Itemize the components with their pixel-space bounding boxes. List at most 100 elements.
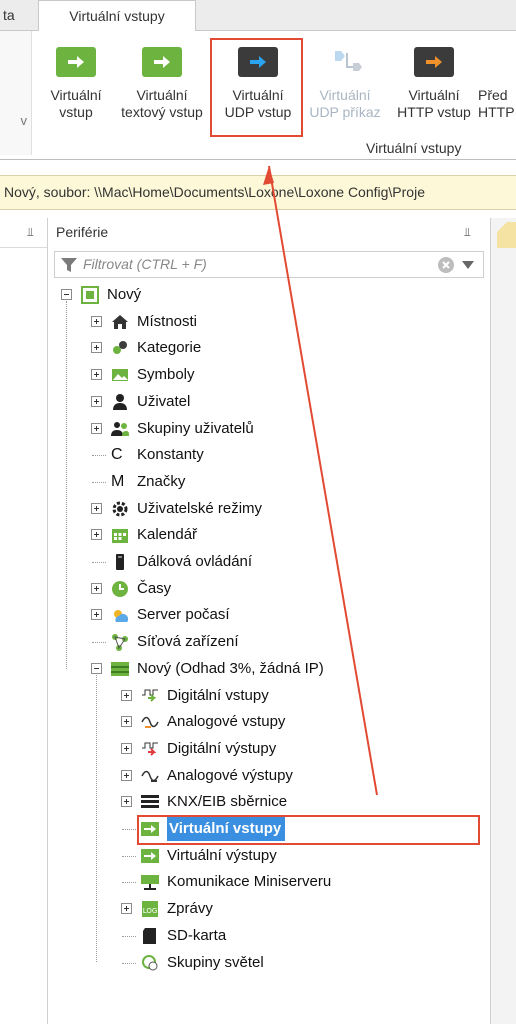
project-icon xyxy=(81,286,99,304)
http-preset-icon xyxy=(478,47,516,77)
tree-item-uzivatelske-rezimy[interactable]: Uživatelské režimy xyxy=(85,497,472,521)
analog-input-icon xyxy=(141,713,159,731)
user-icon xyxy=(111,393,129,411)
virtual-text-input-icon xyxy=(142,47,182,77)
ribbon-group-label: Virtuální vstupy xyxy=(366,140,462,156)
panel-corner-icon xyxy=(497,222,516,248)
image-icon xyxy=(111,366,129,384)
svg-text:LOG: LOG xyxy=(143,907,158,915)
tree-item-virtualni-vystupy[interactable]: Virtuální výstupy xyxy=(115,844,472,868)
loxone-config-window: ta Virtuální vstupy v Virtuální vstup Vi… xyxy=(0,0,516,1024)
periphery-panel: Periférie ⫫ Filtrovat (CTRL + F) Nový Mís… xyxy=(48,218,490,1024)
collapse-toggle[interactable] xyxy=(61,289,72,300)
expand-toggle[interactable] xyxy=(91,315,102,327)
digital-input-icon xyxy=(141,687,159,705)
tree-item-label: Digitální výstupy xyxy=(167,739,277,757)
tree-item-mistnosti[interactable]: Místnosti xyxy=(85,310,472,334)
http-preset-button[interactable]: Před HTTP xyxy=(478,39,516,137)
tree-item-label: Uživatel xyxy=(137,392,191,410)
tree-item-kategorie[interactable]: Kategorie xyxy=(85,336,472,360)
ribbon-left-stub: v xyxy=(0,31,32,155)
pin-icon[interactable]: ⫫ xyxy=(27,225,34,240)
tree-item-label: Komunikace Miniserveru xyxy=(167,873,332,891)
tree-item-skupiny-uzivatelu[interactable]: Skupiny uživatelů xyxy=(85,417,472,441)
tree-item-dalkova-ovladani[interactable]: Dálková ovládání xyxy=(85,550,472,574)
expand-toggle[interactable] xyxy=(91,609,102,621)
expand-toggle[interactable] xyxy=(121,769,132,781)
tree-item-label: Kategorie xyxy=(137,339,202,357)
highlight-box-selected-item xyxy=(137,815,480,845)
expand-toggle[interactable] xyxy=(121,689,132,701)
expand-toggle[interactable] xyxy=(91,342,102,354)
expand-toggle[interactable] xyxy=(91,529,102,541)
tree-item-uzivatel[interactable]: Uživatel xyxy=(85,390,472,414)
miniserver-comm-icon xyxy=(141,873,159,891)
tree-item-digitalni-vstupy[interactable]: Digitální vstupy xyxy=(115,684,472,708)
tree-item-knx-eib-sbernice[interactable]: KNX/EIB sběrnice xyxy=(115,790,472,814)
virtual-http-input-button[interactable]: Virtuální HTTP vstup xyxy=(390,39,478,137)
tree-item-label: Značky xyxy=(137,472,186,490)
tree-item-digitalni-vystupy[interactable]: Digitální výstupy xyxy=(115,737,472,761)
tree-item-analogove-vystupy[interactable]: Analogové výstupy xyxy=(115,764,472,788)
expand-toggle[interactable] xyxy=(91,422,102,434)
periphery-pin-icon[interactable]: ⫫ xyxy=(464,225,471,240)
clear-filter-icon[interactable] xyxy=(437,256,455,274)
tree-item-casy[interactable]: Časy xyxy=(85,577,472,601)
virtual-udp-command-button[interactable]: Virtuální UDP příkaz xyxy=(302,39,388,137)
virtual-http-input-icon xyxy=(414,47,454,77)
tree-item-label: Konstanty xyxy=(137,446,204,464)
expand-toggle[interactable] xyxy=(91,582,102,594)
miniserver-icon xyxy=(111,660,129,678)
tree-item-skupiny-svetel[interactable]: Skupiny světel xyxy=(115,951,472,975)
clock-icon xyxy=(111,580,129,598)
expand-toggle[interactable] xyxy=(91,395,102,407)
virtual-input-button[interactable]: Virtuální vstup xyxy=(38,39,114,137)
expand-toggle[interactable] xyxy=(121,796,132,808)
weather-icon xyxy=(111,606,129,624)
virtual-text-input-button[interactable]: Virtuální textový vstup xyxy=(114,39,210,137)
tree-item-konstanty[interactable]: C Konstanty xyxy=(85,443,472,467)
tree-item-znacky[interactable]: M Značky xyxy=(85,470,472,494)
tab-virtual-inputs[interactable]: Virtuální vstupy xyxy=(38,0,196,32)
collapse-toggle[interactable] xyxy=(91,662,102,674)
tree-item-server-pocasi[interactable]: Server počasí xyxy=(85,603,472,627)
marker-icon: M xyxy=(111,472,125,490)
expand-toggle[interactable] xyxy=(121,742,132,754)
tree-item-komunikace-miniserveru[interactable]: Komunikace Miniserveru xyxy=(115,870,472,894)
category-icon xyxy=(111,339,129,357)
right-panel xyxy=(490,218,516,1024)
tree-item-label: Analogové vstupy xyxy=(167,713,286,731)
tree-item-zpravy[interactable]: LOG Zprávy xyxy=(115,897,472,921)
tree-item-label: Analogové výstupy xyxy=(167,766,293,784)
tree-item-sd-karta[interactable]: SD-karta xyxy=(115,924,472,948)
tab-partial[interactable]: ta xyxy=(0,0,30,31)
tree-item-label: Zprávy xyxy=(167,900,213,918)
tree-item-label: Časy xyxy=(137,579,172,597)
filter-input[interactable]: Filtrovat (CTRL + F) xyxy=(54,251,484,278)
knx-bus-icon xyxy=(141,793,159,811)
tree-item-analogove-vstupy[interactable]: Analogové vstupy xyxy=(115,710,472,734)
tree-item-novy[interactable]: Nový xyxy=(55,283,472,307)
tree-item-label: Síťová zařízení xyxy=(137,633,239,651)
digital-output-icon xyxy=(141,740,159,758)
tree-item-label: Symboly xyxy=(137,366,195,384)
expand-toggle[interactable] xyxy=(91,369,102,381)
expand-toggle[interactable] xyxy=(121,903,132,915)
tree-item-novy-odhad-3-zadna-ip[interactable]: Nový (Odhad 3%, žádná IP) xyxy=(85,657,472,681)
tree-item-kalendar[interactable]: Kalendář xyxy=(85,523,472,547)
file-path-bar: Nový, soubor: \\Mac\Home\Documents\Loxon… xyxy=(0,175,516,210)
left-panel: ⫫ xyxy=(0,218,48,1024)
virtual-output-icon xyxy=(141,847,159,865)
tree-item-label: Digitální vstupy xyxy=(167,686,269,704)
ribbon: v Virtuální vstup Virtuální textový vstu… xyxy=(0,31,516,160)
ribbon-tab-bar: ta Virtuální vstupy xyxy=(0,0,516,32)
tree-item-label: SD-karta xyxy=(167,926,227,944)
tree-item-symboly[interactable]: Symboly xyxy=(85,363,472,387)
tree-item-label: Nový xyxy=(107,286,142,303)
expand-toggle[interactable] xyxy=(91,502,102,514)
filter-dropdown-icon[interactable] xyxy=(461,260,475,270)
tree-item-label: Server počasí xyxy=(137,606,230,624)
filter-placeholder: Filtrovat (CTRL + F) xyxy=(83,256,207,272)
tree-item-sitova-zarizeni[interactable]: Síťová zařízení xyxy=(85,630,472,654)
expand-toggle[interactable] xyxy=(121,716,132,728)
